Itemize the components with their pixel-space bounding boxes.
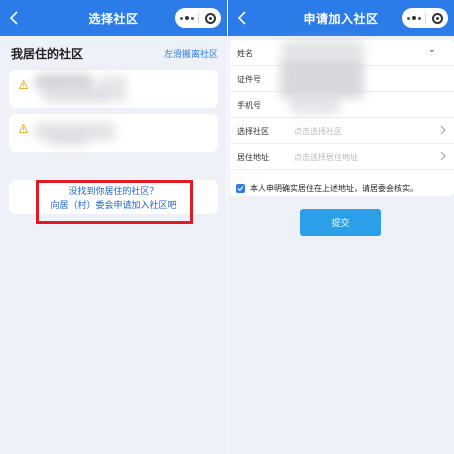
redacted-community-extra — [99, 76, 127, 102]
warning-icon — [19, 124, 28, 133]
chevron-right-icon — [440, 125, 446, 135]
declaration-row[interactable]: 本人申明确实居住在上述地址，请居委会核实。 — [236, 183, 418, 194]
field-label: 选择社区 — [237, 127, 269, 136]
declaration-checkbox[interactable] — [236, 184, 245, 193]
declaration-text: 本人申明确实居住在上述地址，请居委会核实。 — [250, 184, 418, 193]
checkmark-icon — [237, 185, 244, 192]
redacted-community-detail — [43, 88, 105, 102]
tip-question: 没找到你居住的社区？ — [68, 187, 159, 197]
target-icon — [431, 12, 443, 24]
field-label: 手机号 — [237, 101, 261, 110]
field-label: 居住地址 — [237, 153, 269, 162]
address-field[interactable]: 居住地址 点击选择居住地址 — [230, 144, 454, 170]
community-card[interactable] — [9, 114, 218, 152]
field-label: 姓名 — [237, 49, 253, 58]
community-card[interactable] — [9, 70, 218, 108]
field-placeholder: 点击选择居住地址 — [294, 153, 358, 162]
more-options-button[interactable] — [175, 8, 198, 28]
mini-program-capsule — [175, 8, 221, 28]
chevron-right-icon — [440, 151, 446, 161]
nav-bar: 申请加入社区 — [228, 0, 454, 36]
redacted-community-detail — [49, 134, 89, 146]
redacted-personal-info — [280, 58, 364, 98]
nav-bar: 选择社区 — [0, 0, 227, 36]
tip-apply-link[interactable]: 向居（村）委会申请加入社区吧 — [9, 198, 218, 211]
close-mini-program-button[interactable] — [199, 8, 221, 28]
field-placeholder: 点击选择社区 — [294, 127, 342, 136]
target-icon — [204, 12, 216, 24]
select-community-field[interactable]: 选择社区 点击选择社区 — [230, 118, 454, 144]
warning-icon — [19, 80, 28, 89]
submit-button[interactable]: 提交 — [300, 209, 381, 236]
redacted-personal-info — [290, 96, 340, 114]
swipe-hint-link[interactable]: 左滑搬离社区 — [164, 47, 218, 60]
chevron-down-icon: ⌄ — [427, 44, 436, 55]
redacted-personal-info — [282, 40, 364, 60]
more-options-button[interactable] — [402, 8, 425, 28]
close-mini-program-button[interactable] — [426, 8, 448, 28]
mini-program-capsule — [402, 8, 448, 28]
field-label: 证件号 — [237, 75, 261, 84]
apply-join-community-screen: 申请加入社区 姓名 证件号 手机号 选择社区 点击选择社区 居住地址 点击选择居… — [228, 0, 454, 454]
join-community-tip[interactable]: 没找到你居住的社区？ 向居（村）委会申请加入社区吧 — [9, 180, 218, 214]
section-title: 我居住的社区 — [11, 47, 84, 61]
select-community-screen: 选择社区 我居住的社区 左滑搬离社区 没找到你居住的社区？ 向居（村）委会申请加… — [0, 0, 227, 454]
